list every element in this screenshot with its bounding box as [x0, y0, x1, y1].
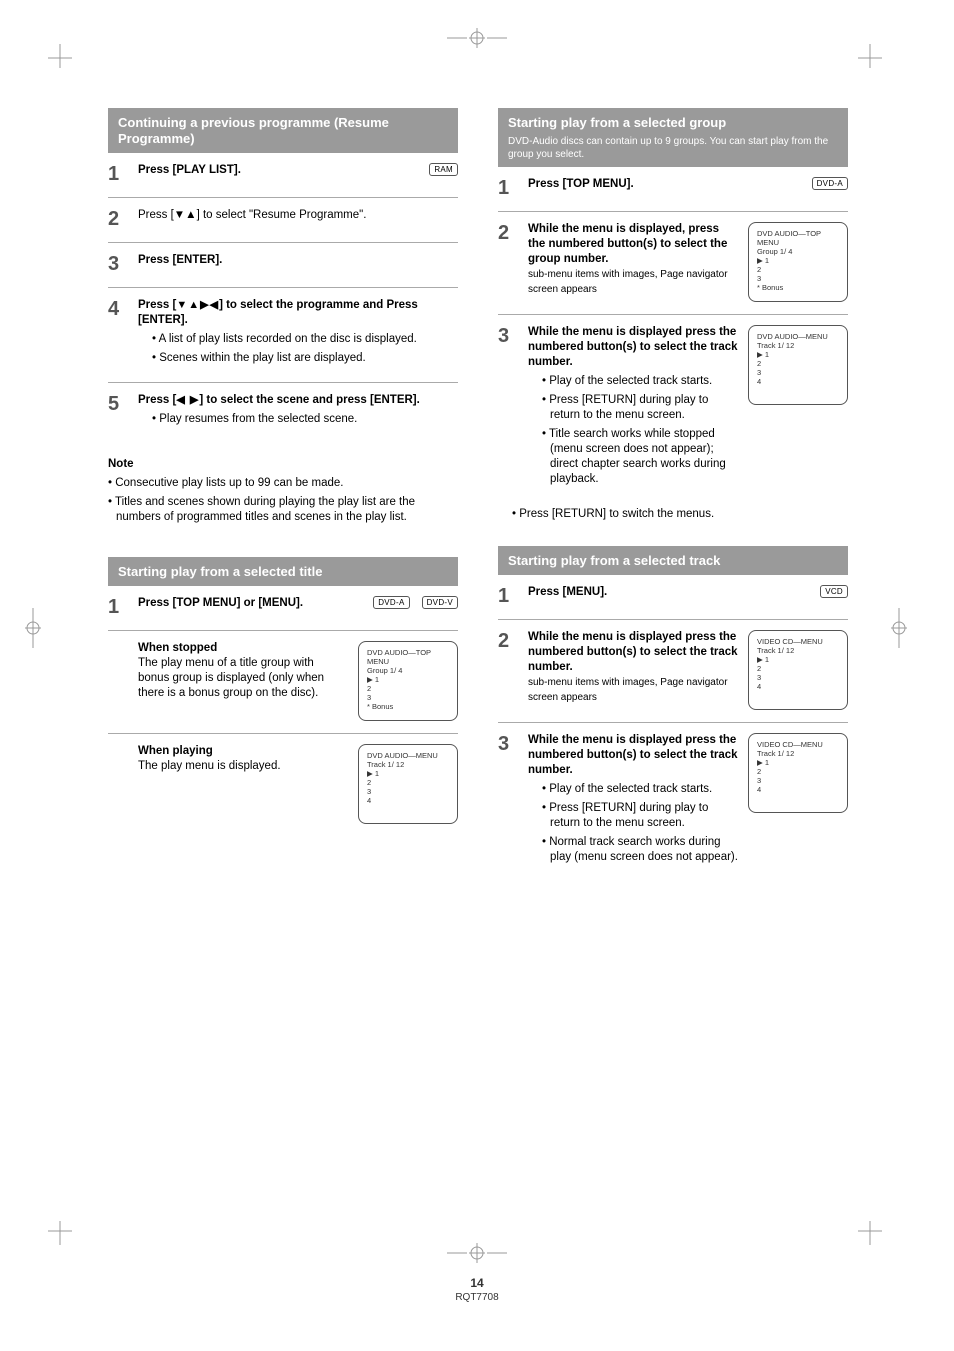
step-number: 1	[108, 596, 130, 618]
note-line: Press [RETURN] to switch the menus.	[498, 507, 848, 522]
page-footer: 14 RQT7708	[455, 1276, 498, 1303]
crop-corner-tr	[858, 44, 898, 84]
step-4: 4 Press [▼▲▶◀] to select the programme a…	[108, 288, 458, 383]
step-1: 1 Press [TOP MENU] or [MENU]. DVD-A DVD-…	[108, 586, 458, 631]
osd-display-preview: VIDEO CD—MENU Track 1/ 12 ▶ 1 2 3 4	[748, 733, 848, 813]
note-block: Note Consecutive play lists up to 99 can…	[108, 457, 458, 529]
step-text: Press [TOP MENU].	[528, 177, 634, 192]
osd-display-preview: DVD AUDIO—TOP MENU Group 1/ 4 ▶ 1 2 3 * …	[748, 222, 848, 302]
step-2: 2 While the menu is displayed press the …	[498, 620, 848, 723]
step-number: 3	[498, 325, 520, 347]
left-column: Continuing a previous programme (Resume …	[108, 108, 458, 1148]
step-number: 2	[498, 630, 520, 652]
footer-label: RQT7708	[455, 1292, 498, 1303]
disc-badge-dvda: DVD-A	[373, 596, 409, 609]
step-text: Press [MENU].	[528, 585, 607, 600]
step-3: 3 While the menu is displayed press the …	[498, 315, 848, 503]
section-header-resume-programme: Continuing a previous programme (Resume …	[108, 108, 458, 153]
step-number: 2	[108, 208, 130, 230]
step-number: 3	[498, 733, 520, 755]
step-1: 1 Press [TOP MENU]. DVD-A	[498, 167, 848, 212]
step-number: 3	[108, 253, 130, 275]
section-header-selected-group: Starting play from a selected group DVD-…	[498, 108, 848, 167]
crop-mark-left	[18, 608, 48, 648]
step-2: 2 Press [▼▲] to select "Resume Programme…	[108, 198, 458, 243]
step-number: 5	[108, 393, 130, 415]
crop-mark-right	[884, 608, 914, 648]
step-1: 1 Press [PLAY LIST]. RAM	[108, 153, 458, 198]
step-5: 5 Press [◀ ▶] to select the scene and pr…	[108, 383, 458, 443]
disc-badge-dvdv: DVD-V	[422, 596, 458, 609]
substep-when-stopped: When stopped The play menu of a title gr…	[108, 631, 458, 734]
step-2: 2 While the menu is displayed, press the…	[498, 212, 848, 315]
disc-badge-ram: RAM	[429, 163, 458, 176]
disc-badge-dvda: DVD-A	[812, 177, 848, 190]
step-text: Press [◀ ▶] to select the scene and pres…	[138, 393, 458, 431]
crop-corner-br	[858, 1205, 898, 1245]
crop-corner-tl	[32, 44, 72, 84]
section-header-selected-title: Starting play from a selected title	[108, 557, 458, 586]
osd-display-preview: DVD AUDIO—MENU Track 1/ 12 ▶ 1 2 3 4	[748, 325, 848, 405]
disc-badge-vcd: VCD	[820, 585, 848, 598]
crop-corner-bl	[32, 1205, 72, 1245]
crop-mark-top	[447, 28, 507, 48]
step-3: 3 While the menu is displayed press the …	[498, 723, 848, 881]
step-number: 2	[498, 222, 520, 244]
step-text: Press [PLAY LIST].	[138, 163, 241, 178]
crop-mark-bottom	[447, 1243, 507, 1263]
step-text: Press [TOP MENU] or [MENU].	[138, 596, 303, 611]
step-text: Press [ENTER].	[138, 253, 458, 268]
substep-when-playing: When playing The play menu is displayed.…	[108, 734, 458, 836]
step-number: 4	[108, 298, 130, 320]
step-3: 3 Press [ENTER].	[108, 243, 458, 288]
right-column: Starting play from a selected group DVD-…	[498, 108, 848, 1148]
osd-display-preview: DVD AUDIO—TOP MENU Group 1/ 4 ▶ 1 2 3 * …	[358, 641, 458, 721]
section-header-selected-track: Starting play from a selected track	[498, 546, 848, 575]
step-text: Press [▼▲▶◀] to select the programme and…	[138, 298, 458, 370]
page-number: 14	[455, 1276, 498, 1290]
arrow-icons: ▼▲▶◀	[176, 299, 219, 311]
osd-display-preview: DVD AUDIO—MENU Track 1/ 12 ▶ 1 2 3 4	[358, 744, 458, 824]
step-number: 1	[498, 585, 520, 607]
osd-display-preview: VIDEO CD—MENU Track 1/ 12 ▶ 1 2 3 4	[748, 630, 848, 710]
step-number: 1	[498, 177, 520, 199]
step-number: 1	[108, 163, 130, 185]
step-1: 1 Press [MENU]. VCD	[498, 575, 848, 620]
step-text: Press [▼▲] to select "Resume Programme".	[138, 208, 458, 223]
